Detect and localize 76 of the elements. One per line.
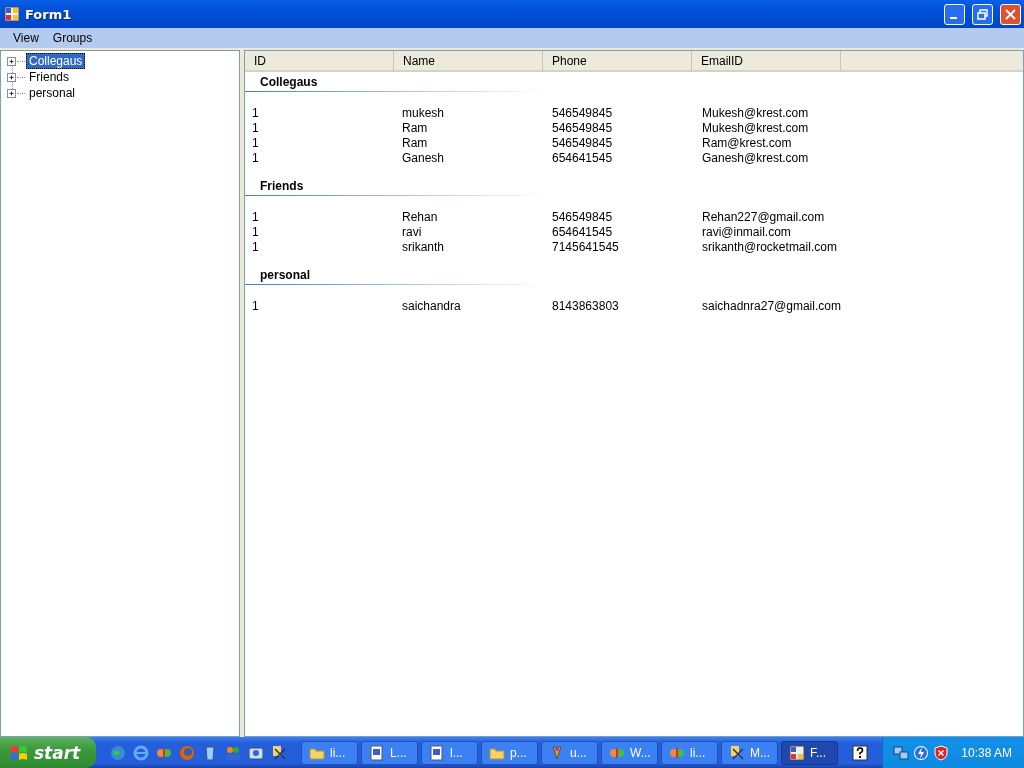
taskbar-button[interactable]: M... xyxy=(721,740,778,765)
tree-item[interactable]: Collegaus xyxy=(26,53,86,69)
menu-item[interactable]: View xyxy=(6,29,46,47)
close-icon xyxy=(1005,8,1016,20)
expand-icon[interactable] xyxy=(7,88,16,98)
list-cell: 1 xyxy=(252,151,259,165)
taskbar-button[interactable]: u... xyxy=(541,740,598,765)
list-cell: 1 xyxy=(252,210,259,224)
list-cell: Ram@krest.com xyxy=(702,136,792,150)
tree-item[interactable]: Friends xyxy=(26,69,72,85)
list-cell: 1 xyxy=(252,240,259,254)
list-cell: mukesh xyxy=(402,106,445,120)
clock: 10:38 AM xyxy=(961,745,1012,760)
list-cell: 546549845 xyxy=(552,210,613,224)
list-cell: Ram xyxy=(402,121,428,135)
tree-item[interactable]: personal xyxy=(26,85,79,101)
bin-icon[interactable] xyxy=(202,744,218,761)
list-cell: 8143863803 xyxy=(552,299,619,313)
list-cell: Rehan xyxy=(402,210,438,224)
group-header: personal xyxy=(259,268,311,283)
restore-button[interactable] xyxy=(972,3,993,25)
restore-icon xyxy=(977,8,988,20)
list-cell: srikanth xyxy=(402,240,445,254)
list-cell: ravi xyxy=(402,225,422,239)
taskbar-button[interactable]: l... xyxy=(421,740,478,765)
minimize-button[interactable] xyxy=(944,3,965,25)
tools-icon xyxy=(729,744,745,761)
taskbar-button[interactable]: li... xyxy=(301,740,358,765)
shield-icon[interactable] xyxy=(933,744,950,761)
group-header: Collegaus xyxy=(259,75,319,90)
list-cell: saichadnra27@gmail.com xyxy=(702,299,841,313)
list-cell: 546549845 xyxy=(552,136,613,150)
tools-icon[interactable] xyxy=(271,744,287,761)
minimize-icon xyxy=(949,17,957,19)
list-cell: 1 xyxy=(252,136,259,150)
app-icon xyxy=(4,6,20,22)
taskbar-button[interactable]: W... xyxy=(601,740,658,765)
list-cell: 1 xyxy=(252,225,259,239)
mail-icon[interactable] xyxy=(248,744,264,761)
list-cell: 546549845 xyxy=(552,106,613,120)
list-cell: 1 xyxy=(252,106,259,120)
start-button[interactable]: start xyxy=(0,737,96,768)
list-cell: 654641545 xyxy=(552,151,613,165)
list-cell: 1 xyxy=(252,299,259,313)
close-button[interactable] xyxy=(1000,3,1021,25)
list-cell: Ganesh xyxy=(402,151,445,165)
expand-icon[interactable] xyxy=(7,72,16,82)
list-cell: Rehan227@gmail.com xyxy=(702,210,825,224)
list-cell: Mukesh@krest.com xyxy=(702,106,809,120)
list-cell: Ram xyxy=(402,136,428,150)
list-cell: saichandra xyxy=(402,299,461,313)
list-cell: 654641545 xyxy=(552,225,613,239)
globe-icon[interactable] xyxy=(110,744,126,761)
app-icon xyxy=(549,744,565,761)
group-header: Friends xyxy=(259,179,305,194)
window-icon xyxy=(789,744,805,761)
list-cell: Ganesh@krest.com xyxy=(702,151,809,165)
list-cell: srikanth@rocketmail.com xyxy=(702,240,837,254)
list-cell: Mukesh@krest.com xyxy=(702,121,809,135)
lightning-icon[interactable] xyxy=(913,744,930,761)
help-icon[interactable] xyxy=(852,744,869,761)
list-cell: 546549845 xyxy=(552,121,613,135)
flag-icon xyxy=(9,743,29,762)
taskbar-button[interactable]: F... xyxy=(781,740,838,765)
taskbar-button[interactable]: L... xyxy=(361,740,418,765)
network-icon[interactable] xyxy=(893,744,910,761)
taskbar-button[interactable]: li... xyxy=(661,740,718,765)
document-icon xyxy=(429,744,445,761)
window-title: Form1 xyxy=(25,6,73,22)
expand-icon[interactable] xyxy=(7,56,16,66)
menu-item[interactable]: Groups xyxy=(45,29,100,47)
list-cell: 7145641545 xyxy=(552,240,619,254)
list-cell: ravi@inmail.com xyxy=(702,225,791,239)
document-icon xyxy=(369,744,385,761)
taskbar-button[interactable]: p... xyxy=(481,740,538,765)
list-cell: 1 xyxy=(252,121,259,135)
